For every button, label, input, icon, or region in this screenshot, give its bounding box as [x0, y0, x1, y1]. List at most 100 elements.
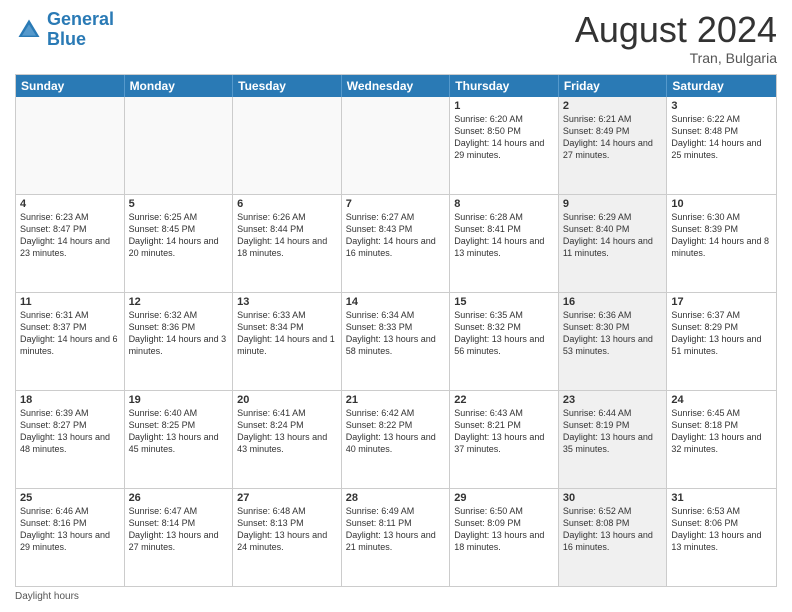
day-number: 3	[671, 100, 772, 112]
day-number: 28	[346, 492, 446, 504]
cal-header-cell-thursday: Thursday	[450, 75, 559, 97]
logo-text: General Blue	[47, 10, 114, 50]
cal-cell: 27Sunrise: 6:48 AM Sunset: 8:13 PM Dayli…	[233, 489, 342, 586]
day-number: 25	[20, 492, 120, 504]
day-number: 30	[563, 492, 663, 504]
cal-cell	[233, 97, 342, 194]
day-info: Sunrise: 6:49 AM Sunset: 8:11 PM Dayligh…	[346, 505, 446, 554]
day-info: Sunrise: 6:33 AM Sunset: 8:34 PM Dayligh…	[237, 309, 337, 358]
day-info: Sunrise: 6:36 AM Sunset: 8:30 PM Dayligh…	[563, 309, 663, 358]
day-info: Sunrise: 6:37 AM Sunset: 8:29 PM Dayligh…	[671, 309, 772, 358]
day-number: 2	[563, 100, 663, 112]
day-number: 19	[129, 394, 229, 406]
cal-cell: 31Sunrise: 6:53 AM Sunset: 8:06 PM Dayli…	[667, 489, 776, 586]
day-info: Sunrise: 6:44 AM Sunset: 8:19 PM Dayligh…	[563, 407, 663, 456]
calendar-header: SundayMondayTuesdayWednesdayThursdayFrid…	[16, 75, 776, 97]
month-year: August 2024	[575, 10, 777, 50]
calendar: SundayMondayTuesdayWednesdayThursdayFrid…	[15, 74, 777, 587]
day-info: Sunrise: 6:28 AM Sunset: 8:41 PM Dayligh…	[454, 211, 554, 260]
logo-general: General	[47, 9, 114, 29]
cal-cell: 5Sunrise: 6:25 AM Sunset: 8:45 PM Daylig…	[125, 195, 234, 292]
cal-cell: 17Sunrise: 6:37 AM Sunset: 8:29 PM Dayli…	[667, 293, 776, 390]
day-info: Sunrise: 6:25 AM Sunset: 8:45 PM Dayligh…	[129, 211, 229, 260]
cal-header-cell-sunday: Sunday	[16, 75, 125, 97]
day-info: Sunrise: 6:35 AM Sunset: 8:32 PM Dayligh…	[454, 309, 554, 358]
logo-blue: Blue	[47, 29, 86, 49]
cal-cell	[342, 97, 451, 194]
location: Tran, Bulgaria	[575, 50, 777, 66]
cal-cell: 6Sunrise: 6:26 AM Sunset: 8:44 PM Daylig…	[233, 195, 342, 292]
day-info: Sunrise: 6:46 AM Sunset: 8:16 PM Dayligh…	[20, 505, 120, 554]
cal-header-cell-wednesday: Wednesday	[342, 75, 451, 97]
cal-header-cell-tuesday: Tuesday	[233, 75, 342, 97]
day-info: Sunrise: 6:47 AM Sunset: 8:14 PM Dayligh…	[129, 505, 229, 554]
cal-cell	[125, 97, 234, 194]
day-number: 22	[454, 394, 554, 406]
day-info: Sunrise: 6:23 AM Sunset: 8:47 PM Dayligh…	[20, 211, 120, 260]
header: General Blue August 2024 Tran, Bulgaria	[15, 10, 777, 66]
cal-cell: 11Sunrise: 6:31 AM Sunset: 8:37 PM Dayli…	[16, 293, 125, 390]
day-info: Sunrise: 6:45 AM Sunset: 8:18 PM Dayligh…	[671, 407, 772, 456]
cal-cell: 9Sunrise: 6:29 AM Sunset: 8:40 PM Daylig…	[559, 195, 668, 292]
cal-cell: 26Sunrise: 6:47 AM Sunset: 8:14 PM Dayli…	[125, 489, 234, 586]
day-info: Sunrise: 6:29 AM Sunset: 8:40 PM Dayligh…	[563, 211, 663, 260]
day-number: 4	[20, 198, 120, 210]
cal-cell: 29Sunrise: 6:50 AM Sunset: 8:09 PM Dayli…	[450, 489, 559, 586]
day-info: Sunrise: 6:30 AM Sunset: 8:39 PM Dayligh…	[671, 211, 772, 260]
day-number: 29	[454, 492, 554, 504]
cal-cell: 23Sunrise: 6:44 AM Sunset: 8:19 PM Dayli…	[559, 391, 668, 488]
day-info: Sunrise: 6:43 AM Sunset: 8:21 PM Dayligh…	[454, 407, 554, 456]
daylight-label: Daylight hours	[15, 591, 79, 602]
day-number: 14	[346, 296, 446, 308]
day-info: Sunrise: 6:53 AM Sunset: 8:06 PM Dayligh…	[671, 505, 772, 554]
day-number: 15	[454, 296, 554, 308]
day-info: Sunrise: 6:50 AM Sunset: 8:09 PM Dayligh…	[454, 505, 554, 554]
cal-cell: 24Sunrise: 6:45 AM Sunset: 8:18 PM Dayli…	[667, 391, 776, 488]
day-number: 24	[671, 394, 772, 406]
day-info: Sunrise: 6:27 AM Sunset: 8:43 PM Dayligh…	[346, 211, 446, 260]
day-info: Sunrise: 6:32 AM Sunset: 8:36 PM Dayligh…	[129, 309, 229, 358]
day-number: 6	[237, 198, 337, 210]
day-info: Sunrise: 6:48 AM Sunset: 8:13 PM Dayligh…	[237, 505, 337, 554]
page: General Blue August 2024 Tran, Bulgaria …	[0, 0, 792, 612]
day-info: Sunrise: 6:42 AM Sunset: 8:22 PM Dayligh…	[346, 407, 446, 456]
cal-cell	[16, 97, 125, 194]
cal-row-4: 25Sunrise: 6:46 AM Sunset: 8:16 PM Dayli…	[16, 488, 776, 586]
cal-cell: 8Sunrise: 6:28 AM Sunset: 8:41 PM Daylig…	[450, 195, 559, 292]
cal-cell: 16Sunrise: 6:36 AM Sunset: 8:30 PM Dayli…	[559, 293, 668, 390]
cal-cell: 18Sunrise: 6:39 AM Sunset: 8:27 PM Dayli…	[16, 391, 125, 488]
day-info: Sunrise: 6:26 AM Sunset: 8:44 PM Dayligh…	[237, 211, 337, 260]
day-number: 5	[129, 198, 229, 210]
day-number: 31	[671, 492, 772, 504]
day-info: Sunrise: 6:21 AM Sunset: 8:49 PM Dayligh…	[563, 113, 663, 162]
day-number: 27	[237, 492, 337, 504]
day-number: 10	[671, 198, 772, 210]
day-number: 17	[671, 296, 772, 308]
day-number: 12	[129, 296, 229, 308]
cal-cell: 30Sunrise: 6:52 AM Sunset: 8:08 PM Dayli…	[559, 489, 668, 586]
cal-row-3: 18Sunrise: 6:39 AM Sunset: 8:27 PM Dayli…	[16, 390, 776, 488]
day-info: Sunrise: 6:31 AM Sunset: 8:37 PM Dayligh…	[20, 309, 120, 358]
day-info: Sunrise: 6:39 AM Sunset: 8:27 PM Dayligh…	[20, 407, 120, 456]
cal-cell: 25Sunrise: 6:46 AM Sunset: 8:16 PM Dayli…	[16, 489, 125, 586]
day-number: 1	[454, 100, 554, 112]
day-info: Sunrise: 6:52 AM Sunset: 8:08 PM Dayligh…	[563, 505, 663, 554]
cal-cell: 4Sunrise: 6:23 AM Sunset: 8:47 PM Daylig…	[16, 195, 125, 292]
logo-icon	[15, 16, 43, 44]
cal-header-cell-monday: Monday	[125, 75, 234, 97]
cal-cell: 19Sunrise: 6:40 AM Sunset: 8:25 PM Dayli…	[125, 391, 234, 488]
cal-cell: 20Sunrise: 6:41 AM Sunset: 8:24 PM Dayli…	[233, 391, 342, 488]
day-number: 8	[454, 198, 554, 210]
day-number: 13	[237, 296, 337, 308]
cal-cell: 10Sunrise: 6:30 AM Sunset: 8:39 PM Dayli…	[667, 195, 776, 292]
day-number: 7	[346, 198, 446, 210]
cal-cell: 15Sunrise: 6:35 AM Sunset: 8:32 PM Dayli…	[450, 293, 559, 390]
cal-row-2: 11Sunrise: 6:31 AM Sunset: 8:37 PM Dayli…	[16, 292, 776, 390]
calendar-body: 1Sunrise: 6:20 AM Sunset: 8:50 PM Daylig…	[16, 97, 776, 586]
day-number: 23	[563, 394, 663, 406]
day-number: 11	[20, 296, 120, 308]
day-info: Sunrise: 6:34 AM Sunset: 8:33 PM Dayligh…	[346, 309, 446, 358]
day-info: Sunrise: 6:41 AM Sunset: 8:24 PM Dayligh…	[237, 407, 337, 456]
day-number: 26	[129, 492, 229, 504]
footer-note: Daylight hours	[15, 591, 777, 602]
